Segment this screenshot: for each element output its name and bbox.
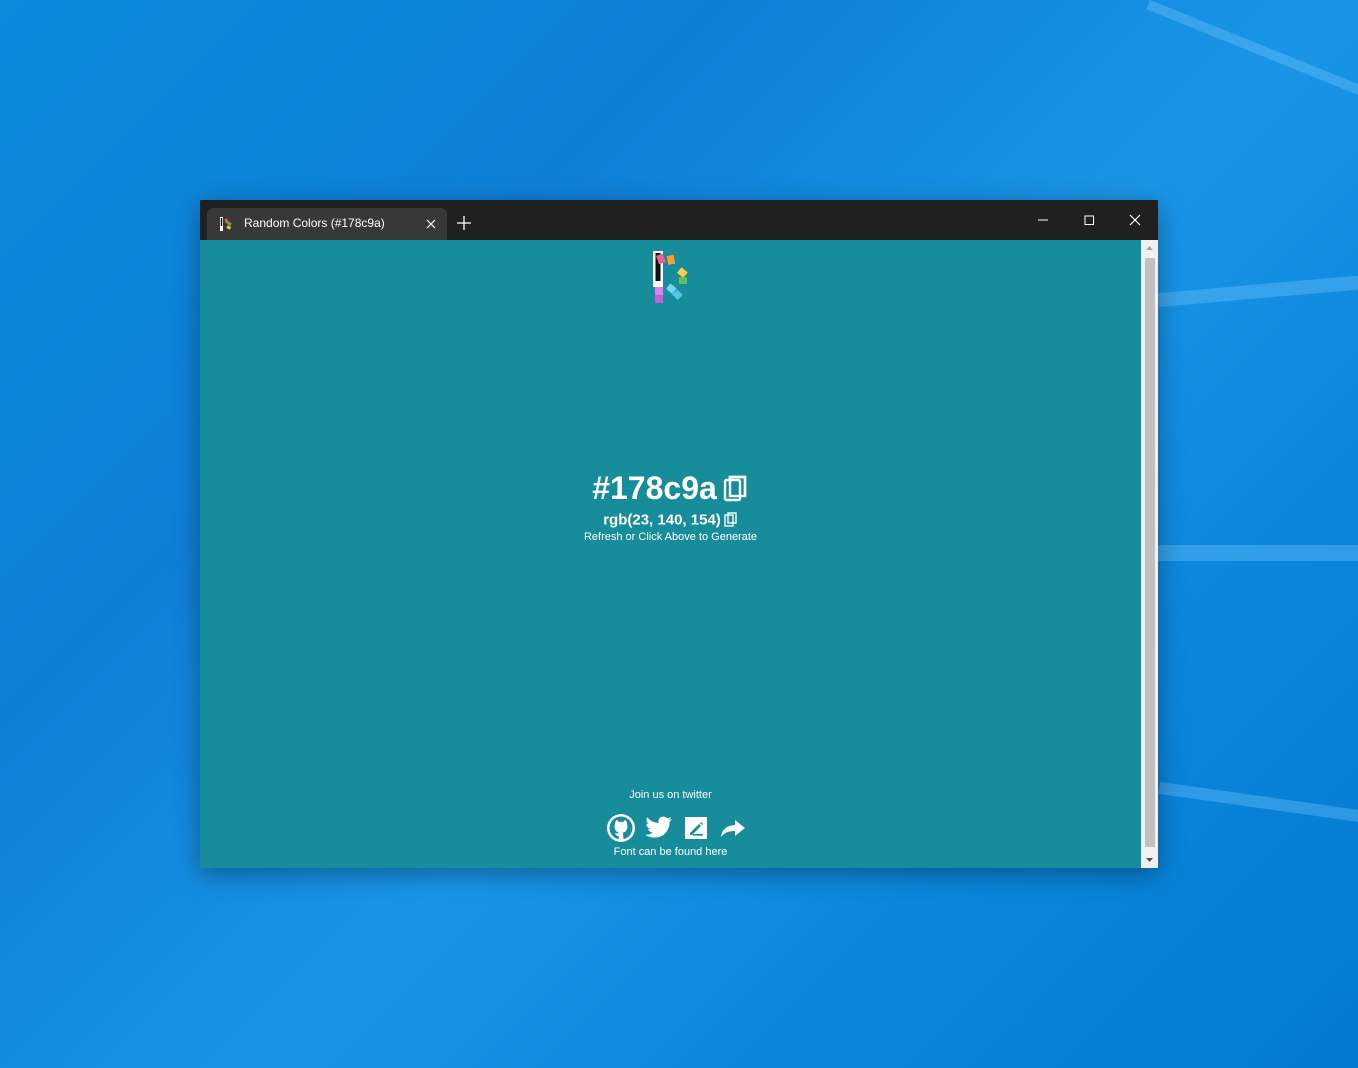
scrollbar-thumb[interactable] — [1145, 258, 1155, 847]
twitter-cta[interactable]: Join us on twitter — [200, 789, 1141, 801]
edit-icon[interactable] — [680, 812, 712, 844]
font-link[interactable]: Font can be found here — [200, 846, 1141, 858]
maximize-icon[interactable] — [1081, 212, 1097, 228]
plus-icon[interactable] — [456, 215, 472, 231]
color-palette-logo-icon[interactable] — [653, 251, 689, 307]
scroll-down-arrow-icon[interactable] — [1141, 851, 1158, 868]
close-icon[interactable] — [1127, 212, 1143, 228]
browser-window: Random Colors (#178c9a) #178c9a rgb(23, … — [200, 200, 1158, 868]
page-content[interactable]: #178c9a rgb(23, 140, 154) Refresh or Cli… — [200, 240, 1141, 868]
hex-color-display[interactable]: #178c9a — [200, 470, 1141, 507]
rgb-value[interactable]: rgb(23, 140, 154) — [603, 511, 721, 528]
vertical-scrollbar[interactable] — [1141, 240, 1158, 868]
scroll-up-arrow-icon[interactable] — [1141, 240, 1158, 257]
copy-icon[interactable] — [723, 475, 749, 503]
copy-icon[interactable] — [724, 512, 738, 527]
tab-random-colors[interactable]: Random Colors (#178c9a) — [207, 208, 447, 240]
share-icon[interactable] — [717, 812, 749, 844]
twitter-icon[interactable] — [642, 812, 674, 844]
rgb-color-display[interactable]: rgb(23, 140, 154) — [200, 511, 1141, 529]
title-bar: Random Colors (#178c9a) — [200, 200, 1158, 240]
github-icon[interactable] — [605, 812, 637, 844]
social-links — [605, 812, 750, 844]
generate-hint: Refresh or Click Above to Generate — [583, 531, 758, 543]
hex-value[interactable]: #178c9a — [592, 470, 717, 506]
color-palette-logo-icon — [220, 217, 232, 231]
close-icon[interactable] — [423, 216, 439, 232]
minimize-icon[interactable] — [1035, 212, 1051, 228]
tab-title: Random Colors (#178c9a) — [244, 216, 385, 230]
